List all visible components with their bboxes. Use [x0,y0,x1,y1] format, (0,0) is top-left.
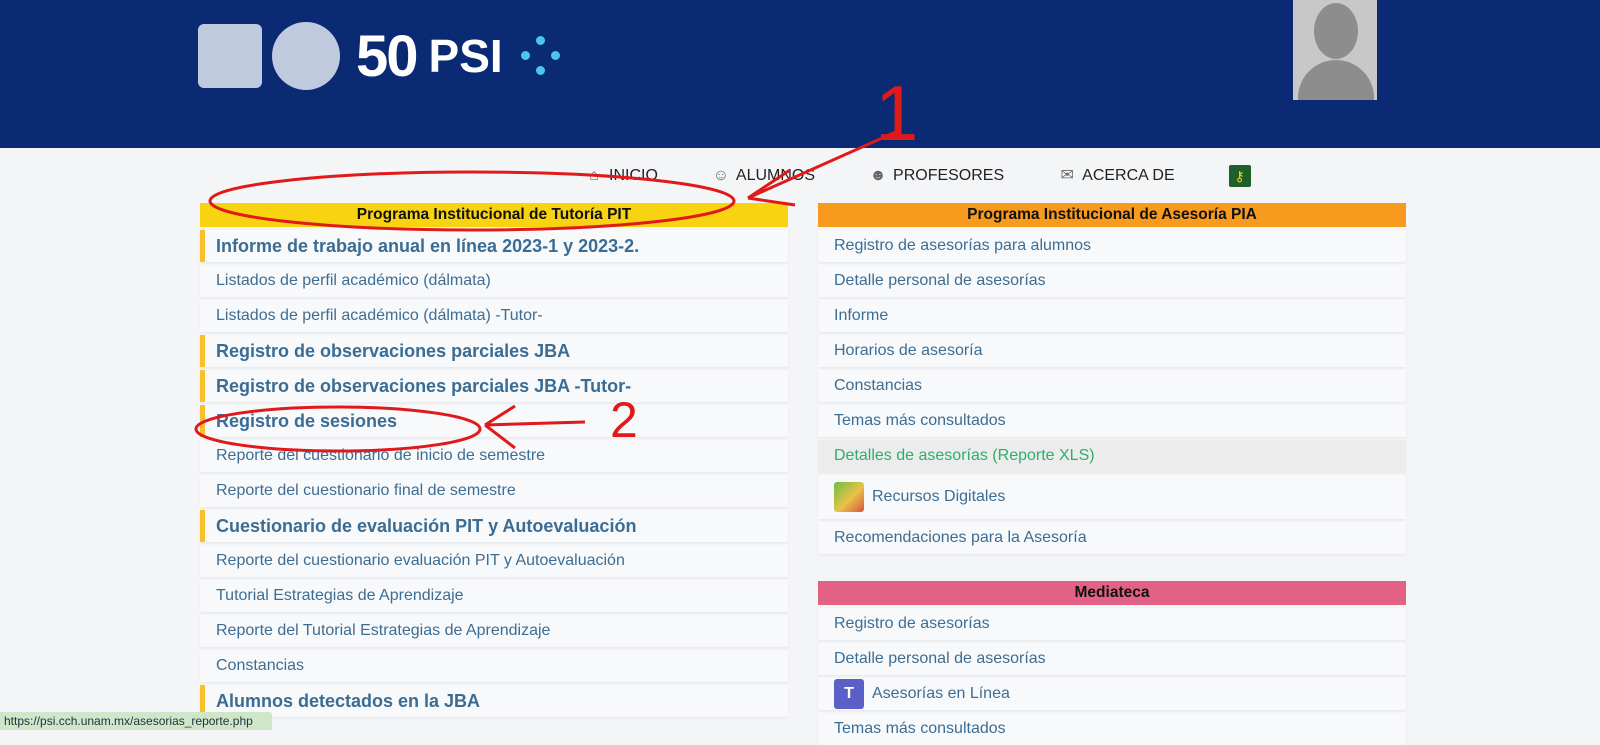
nav-profesores[interactable]: ☻ PROFESORES [869,167,1005,185]
unam-shield-icon [198,24,262,88]
pit-panel: Programa Institucional de Tutoría PIT In… [200,203,788,717]
pit-panel-title: Programa Institucional de Tutoría PIT [200,203,788,227]
mediateca-item-asesorias-linea[interactable]: T Asesorías en Línea [818,678,1406,710]
mediateca-item-temas[interactable]: Temas más consultados [818,713,1406,745]
digital-resources-icon [834,482,864,512]
pit-item-tutorial-estrategias[interactable]: Tutorial Estrategias de Aprendizaje [200,580,788,612]
teacher-icon: ☻ [869,167,887,184]
main-nav: ⌂ INICIO ☺ ALUMNOS ☻ PROFESORES ✉ ACERCA… [585,164,1251,188]
mediateca-panel-title: Mediateca [818,581,1406,605]
student-icon: ☺ [712,167,730,184]
pia-item-detalles-xls[interactable]: Detalles de asesorías (Reporte XLS) [818,440,1406,472]
pit-item-observaciones-jba[interactable]: Registro de observaciones parciales JBA [200,335,788,367]
anniversary-logo: 50 [356,23,418,89]
site-header: 50 PSI [0,0,1600,148]
pit-item-listados-perfil[interactable]: Listados de perfil académico (dálmata) [200,265,788,297]
pit-item-registro-sesiones[interactable]: Registro de sesiones [200,405,788,437]
pia-panel: Programa Institucional de Asesoría PIA R… [818,203,1406,745]
pia-item-horarios[interactable]: Horarios de asesoría [818,335,1406,367]
nav-alumnos-label: ALUMNOS [735,167,816,184]
logo-group[interactable]: 50 PSI [198,22,561,90]
nav-acerca-de-label: ACERCA DE [1082,167,1175,184]
mediateca-item-detalle[interactable]: Detalle personal de asesorías [818,643,1406,675]
pia-item-detalle-personal[interactable]: Detalle personal de asesorías [818,265,1406,297]
nav-inicio-label: INICIO [609,167,658,184]
pit-item-cuestionario-evaluacion[interactable]: Cuestionario de evaluación PIT y Autoeva… [200,510,788,542]
pia-item-recursos-label: Recursos Digitales [872,488,1006,505]
psi-dots-icon [520,36,561,76]
avatar-body [1298,60,1374,100]
pit-item-constancias[interactable]: Constancias [200,650,788,682]
pia-item-registro-alumnos[interactable]: Registro de asesorías para alumnos [818,230,1406,262]
pia-item-informe[interactable]: Informe [818,300,1406,332]
panel-spacer [818,554,1406,581]
home-icon: ⌂ [589,167,599,184]
pit-item-reporte-evaluacion[interactable]: Reporte del cuestionario evaluación PIT … [200,545,788,577]
pit-item-alumnos-jba[interactable]: Alumnos detectados en la JBA [200,685,788,717]
psi-logo-text: PSI [428,30,503,82]
pit-item-listados-perfil-tutor[interactable]: Listados de perfil académico (dálmata) -… [200,300,788,332]
user-avatar[interactable] [1293,0,1377,100]
pia-item-recomendaciones[interactable]: Recomendaciones para la Asesoría [818,522,1406,554]
pia-item-temas[interactable]: Temas más consultados [818,405,1406,437]
nav-inicio[interactable]: ⌂ INICIO [585,167,658,185]
pia-panel-title: Programa Institucional de Asesoría PIA [818,203,1406,227]
avatar-head [1314,3,1358,59]
cch-seal-icon [272,22,340,90]
user-caption [1293,102,1377,108]
nav-acerca-de[interactable]: ✉ ACERCA DE [1058,167,1174,185]
nav-alumnos[interactable]: ☺ ALUMNOS [712,167,815,185]
mediateca-item-asesorias-label: Asesorías en Línea [872,685,1010,702]
pia-item-constancias[interactable]: Constancias [818,370,1406,402]
status-bar-url: https://psi.cch.unam.mx/asesorias_report… [0,712,272,730]
mediateca-item-registro[interactable]: Registro de asesorías [818,608,1406,640]
pit-item-informe-trabajo[interactable]: Informe de trabajo anual en línea 2023-1… [200,230,788,262]
teams-icon: T [834,679,864,709]
nav-profesores-label: PROFESORES [893,167,1005,184]
pit-item-reporte-final[interactable]: Reporte del cuestionario final de semest… [200,475,788,507]
pit-item-observaciones-jba-tutor[interactable]: Registro de observaciones parciales JBA … [200,370,788,402]
mail-icon: ✉ [1060,167,1074,184]
pia-item-recursos-digitales[interactable]: Recursos Digitales [818,475,1406,519]
key-icon[interactable]: ⚷ [1228,165,1251,187]
pit-item-reporte-inicio[interactable]: Reporte del cuestionario de inicio de se… [200,440,788,472]
pit-item-reporte-tutorial[interactable]: Reporte del Tutorial Estrategias de Apre… [200,615,788,647]
